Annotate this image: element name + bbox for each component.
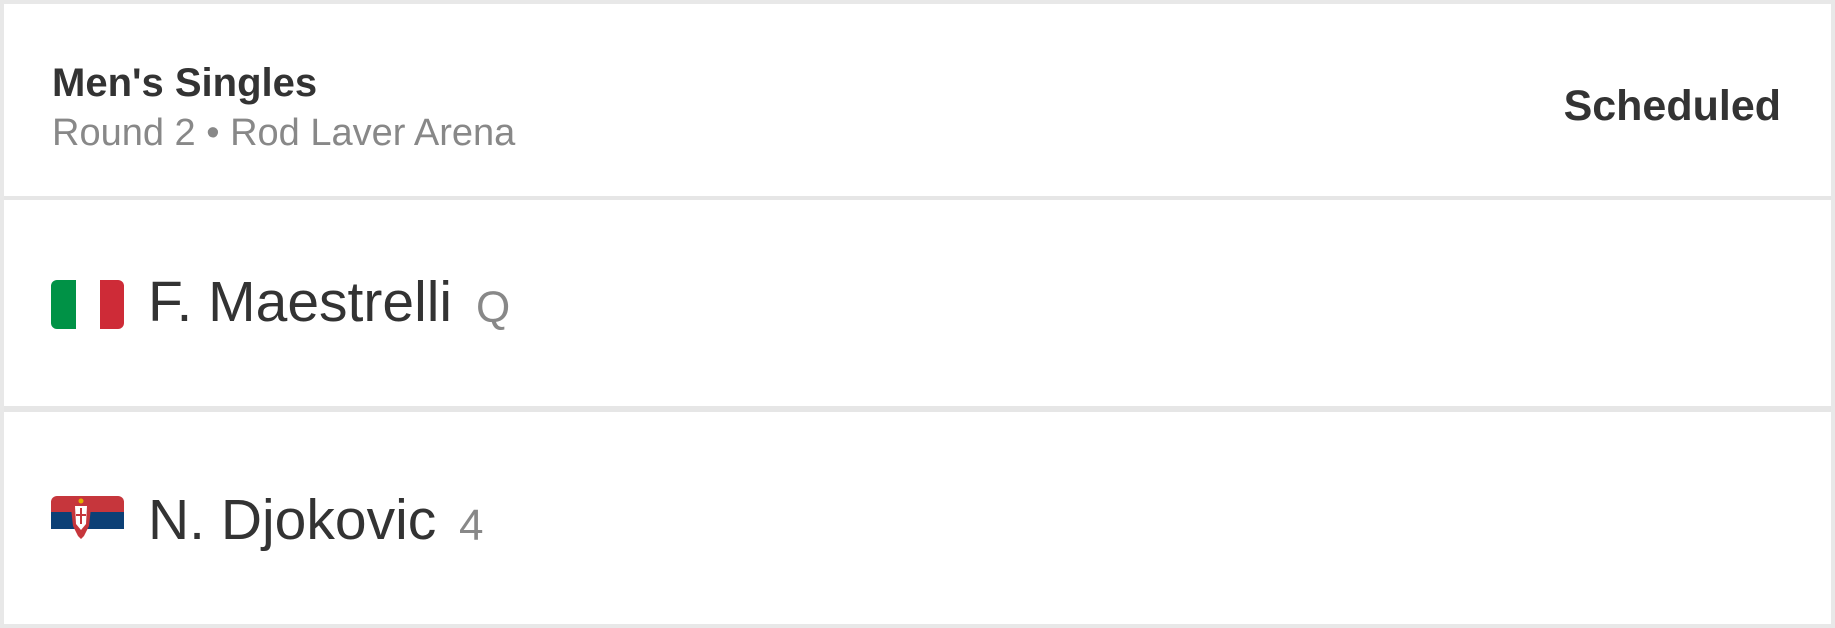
player-name: F. Maestrelli xyxy=(148,270,453,334)
match-header: Men's Singles Round 2 • Rod Laver Arena … xyxy=(4,4,1831,196)
match-status: Scheduled xyxy=(1563,82,1781,130)
italy-flag-icon xyxy=(51,280,124,329)
player-seed: 4 xyxy=(459,501,484,550)
player-name: N. Djokovic xyxy=(148,488,437,552)
player-seed: Q xyxy=(476,283,511,332)
match-card[interactable]: Men's Singles Round 2 • Rod Laver Arena … xyxy=(4,4,1831,624)
round-and-court: Round 2 • Rod Laver Arena xyxy=(52,112,516,154)
player-row[interactable]: N. Djokovic 4 xyxy=(4,412,1831,624)
player-row[interactable]: F. Maestrelli Q xyxy=(4,200,1831,406)
event-title: Men's Singles xyxy=(52,61,318,105)
serbia-flag-icon xyxy=(51,496,124,545)
